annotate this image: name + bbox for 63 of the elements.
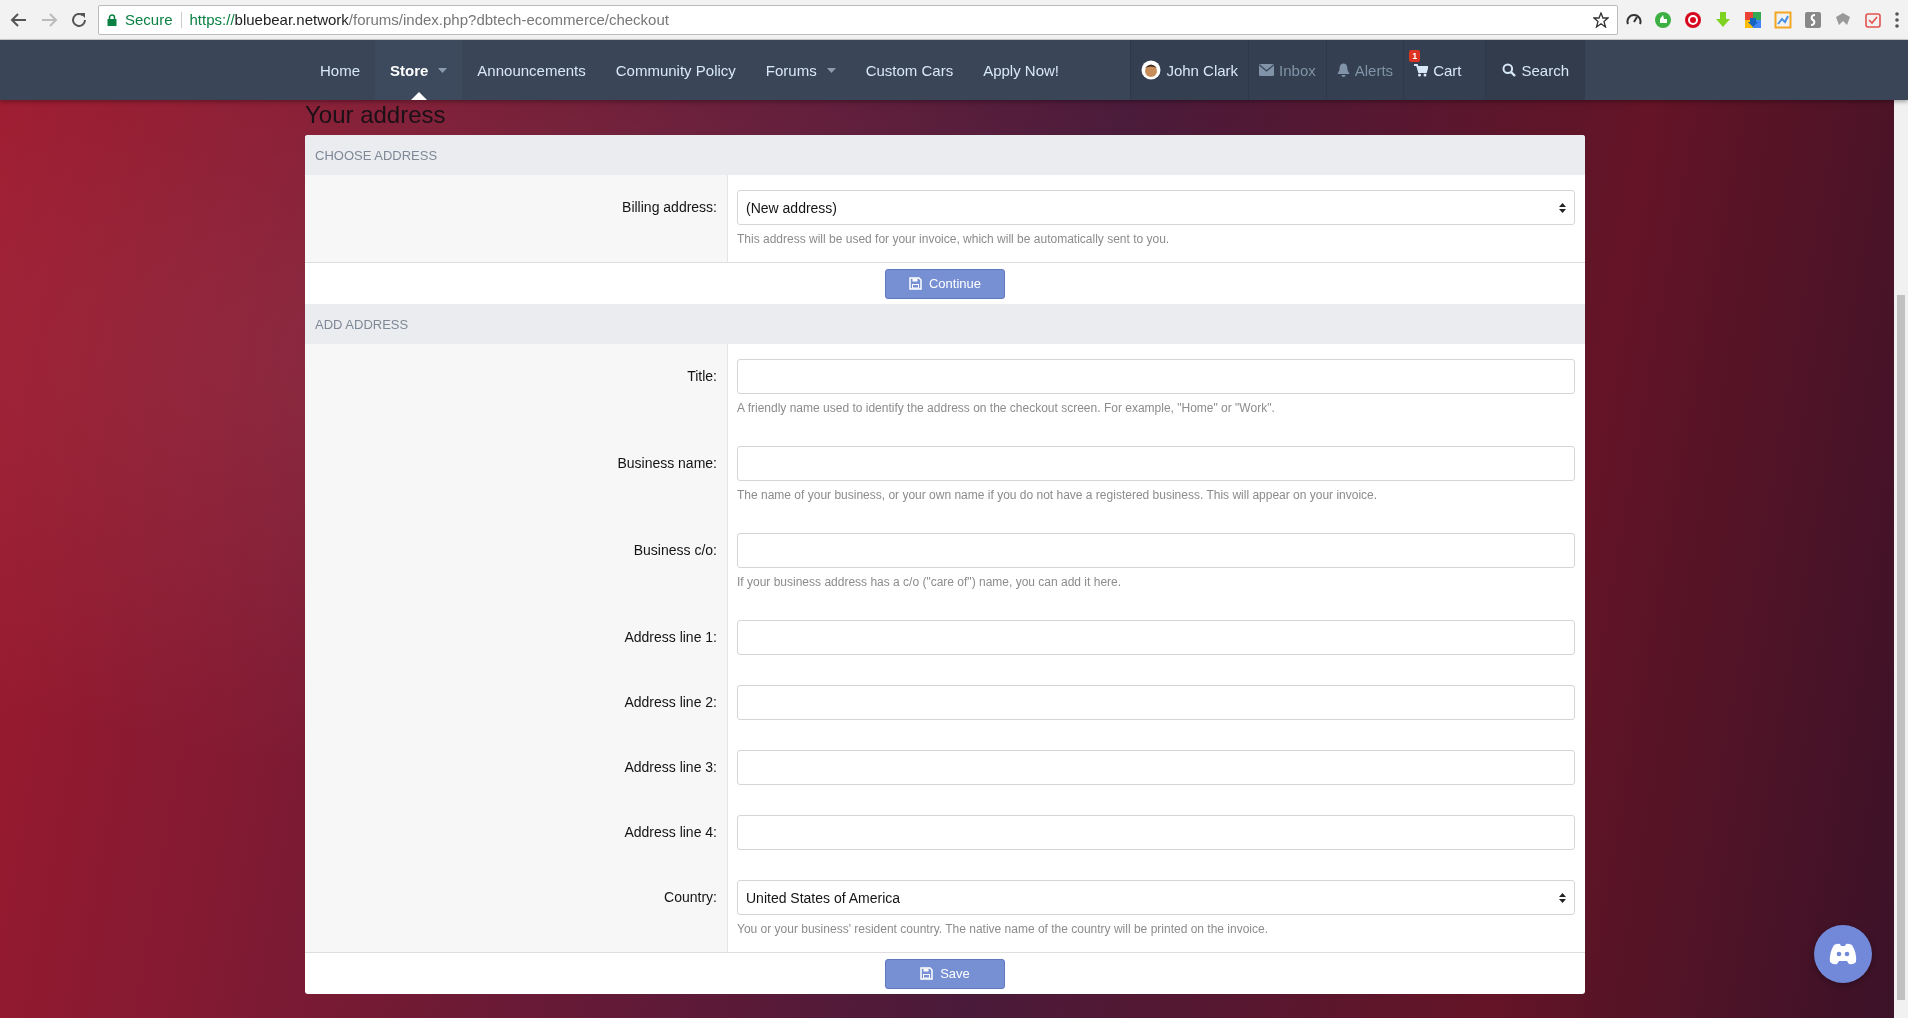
nav-tab[interactable]: Home	[305, 40, 375, 100]
count-badge: 1	[1409, 50, 1421, 62]
nav-tab[interactable]: Forums	[750, 40, 851, 100]
field-label: Address line 3:	[624, 758, 717, 777]
select-arrows-icon	[1559, 202, 1566, 213]
field-label: Business name:	[617, 454, 717, 473]
menu-icon[interactable]	[1894, 10, 1900, 29]
lock-icon	[107, 13, 117, 26]
address-bar[interactable]: Secure https://bluebear.network/forums/index.php?dbtech-ecommerce/checkout	[98, 4, 1618, 35]
select-arrows-icon	[1559, 892, 1566, 903]
bell-icon	[1336, 62, 1350, 78]
search-icon	[1502, 63, 1517, 77]
page-title: Your address	[305, 100, 447, 130]
secure-label: Secure	[125, 11, 173, 28]
input-field[interactable]	[737, 533, 1575, 568]
input-field[interactable]	[737, 359, 1575, 394]
field-label: Billing address:	[622, 198, 717, 217]
extension-icon[interactable]	[1804, 10, 1822, 29]
download-arrow-icon[interactable]	[1714, 10, 1732, 29]
extension-icon[interactable]	[1864, 10, 1882, 29]
field-label: Title:	[687, 367, 717, 386]
nav-tab[interactable]: Community Policy	[600, 40, 751, 100]
nav-tab[interactable]: Custom Cars	[850, 40, 969, 100]
user-link[interactable]: John Clark	[1130, 40, 1249, 100]
chat-button[interactable]	[1814, 925, 1872, 983]
nav-tab[interactable]: Apply Now!	[968, 40, 1075, 100]
cart-link[interactable]: 1 Cart	[1403, 40, 1472, 100]
input-field[interactable]	[737, 750, 1575, 785]
envelope-icon	[1259, 64, 1275, 76]
field-label: Business c/o:	[633, 541, 717, 560]
star-icon[interactable]	[1593, 11, 1609, 28]
cart-icon	[1414, 63, 1429, 77]
avatar-icon	[1141, 60, 1162, 80]
field-hint: You or your business' resident country. The native name of the country will be printed on the invoice.	[737, 922, 1270, 937]
input-field[interactable]	[737, 815, 1575, 850]
field-label: Address line 1:	[624, 628, 717, 647]
search-link[interactable]: Search	[1485, 40, 1585, 100]
caret-icon	[438, 67, 448, 73]
extension-icon[interactable]	[1684, 10, 1702, 29]
field-label: Address line 4:	[624, 823, 717, 842]
input-field[interactable]	[737, 685, 1575, 720]
input-field[interactable]	[737, 446, 1575, 481]
nav-tab[interactable]: Store	[375, 40, 463, 100]
extension-icon[interactable]	[1744, 10, 1762, 29]
field-hint: The name of your business, or your own name if you do not have a registered business. This will appear on your invoice.	[737, 488, 1379, 503]
nav-tab[interactable]: Announcements	[462, 40, 601, 100]
field-hint: If your business address has a c/o ("care of") name, you can add it here.	[737, 575, 1123, 590]
caret-icon	[826, 67, 836, 73]
select-field[interactable]: United States of America	[737, 880, 1575, 915]
select-field[interactable]: (New address)	[737, 190, 1575, 225]
field-label: Country:	[664, 888, 717, 907]
save-icon	[920, 967, 934, 980]
save-icon	[908, 277, 922, 290]
field-hint: This address will be used for your invoice, which will be automatically sent to you.	[737, 232, 1171, 247]
input-field[interactable]	[737, 620, 1575, 655]
url-text: https://bluebear.network/forums/index.php?dbtech-ecommerce/checkout	[189, 11, 669, 28]
section-header: ADD ADDRESS	[305, 304, 1585, 344]
chart-extension-icon[interactable]	[1774, 10, 1792, 29]
field-label: Address line 2:	[624, 693, 717, 712]
field-hint: A friendly name used to identify the address on the checkout screen. For example, "Home" or "Work".	[737, 401, 1276, 416]
gamepad-icon	[1828, 943, 1858, 965]
extension-icon[interactable]	[1654, 10, 1672, 29]
section-header: CHOOSE ADDRESS	[305, 135, 1585, 175]
